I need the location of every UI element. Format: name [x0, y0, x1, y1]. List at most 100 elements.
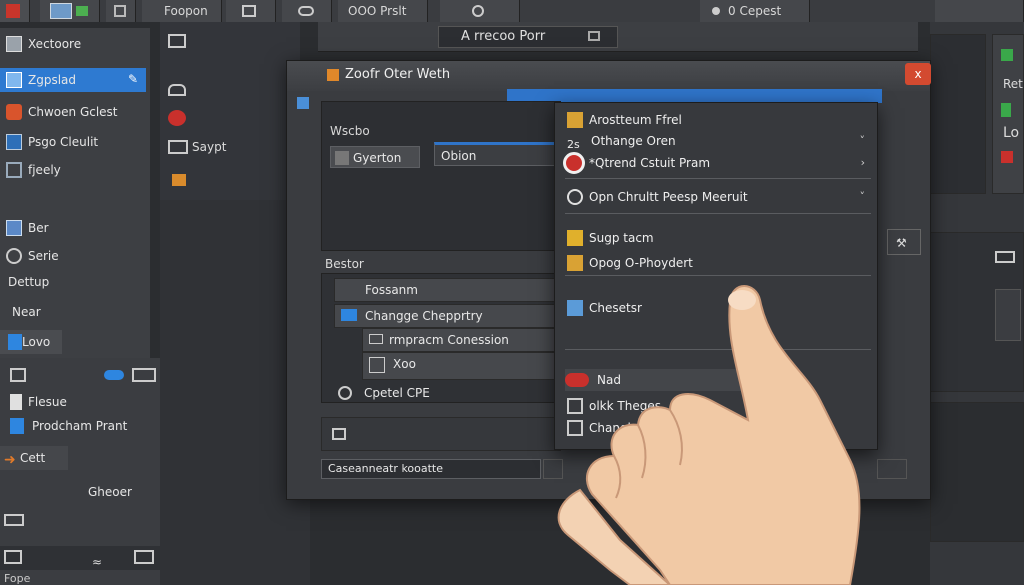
close-button[interactable]: x	[905, 63, 931, 85]
cloud-icon[interactable]	[168, 84, 186, 96]
stop-icon[interactable]	[1001, 151, 1013, 163]
plus-icon[interactable]	[1001, 49, 1013, 61]
field-value: Gyerton	[353, 151, 402, 165]
box-icon	[335, 151, 349, 165]
app-menu-button[interactable]	[0, 0, 30, 22]
lower-left-item-flesue[interactable]: Flesue	[0, 390, 160, 414]
footer-field[interactable]: Caseanneatr kooatte	[321, 459, 541, 479]
image-icon[interactable]	[332, 428, 346, 440]
refresh-icon	[338, 386, 352, 400]
sidebar-item-ber[interactable]: Ber	[0, 216, 146, 240]
menu-separator	[565, 178, 871, 179]
sidebar-item-fjeely[interactable]: fjeely	[0, 158, 146, 182]
sidebar-item-near[interactable]: Near	[0, 300, 146, 324]
sidebar-item-zgpslad[interactable]: Zgpslad ✎	[0, 68, 146, 92]
record-icon	[563, 152, 585, 174]
sidebar-item-label: Psgo Cleulit	[28, 135, 99, 149]
tab-prslt[interactable]: OOO Prslt	[338, 0, 428, 22]
green-icon[interactable]	[1001, 103, 1011, 117]
blue-icon	[341, 309, 357, 321]
menu-item-qtrend-cstuit-pram[interactable]: *Qtrend Cstuit Pram ›	[563, 152, 871, 174]
panel-icon[interactable]	[4, 514, 24, 526]
list-item-label: rmpracm Conession	[389, 333, 509, 347]
list-item-label: Prodcham Prant	[32, 419, 128, 433]
edit-icon[interactable]	[588, 31, 600, 41]
toolbar-grid-button[interactable]	[106, 0, 136, 22]
right-label: Lo	[1003, 125, 1020, 141]
menu-item-arostteum-ffrel[interactable]: Arostteum Ffrel	[565, 109, 871, 131]
dialog-options-area: Wscbo Gyerton Obion	[321, 101, 561, 251]
menu-item-label: Opn Chrultt Peesp Meeruit	[589, 190, 748, 204]
gyerton-field[interactable]: Gyerton	[330, 146, 420, 168]
image-icon[interactable]	[4, 550, 22, 564]
right-bottom-block	[930, 402, 1024, 542]
toolbar-image-button[interactable]	[40, 0, 100, 22]
menu-separator	[565, 213, 871, 214]
wave-icon[interactable]: ≈	[92, 550, 112, 569]
layout-icon[interactable]	[132, 368, 156, 382]
list-item-label: Xoo	[393, 357, 416, 371]
top-toolbar: Foopon OOO Prslt 0 Cepest	[0, 0, 1024, 22]
status-label: Fope	[4, 572, 31, 585]
menu-item-label: Arostteum Ffrel	[589, 113, 682, 127]
tab-label: OOO Prslt	[348, 4, 407, 18]
field-value: Caseanneatr kooatte	[328, 462, 444, 475]
stop-icon	[6, 104, 22, 120]
app-icon	[327, 69, 339, 81]
sidebar-item-xectoore[interactable]: Xectoore	[0, 32, 146, 56]
sidebar-item-label: Lovo	[22, 335, 51, 349]
toolbar-settings-button[interactable]	[440, 0, 520, 22]
check-icon	[76, 6, 88, 16]
list-item-label: Cpetel CPE	[364, 386, 430, 400]
list-item-label: Gheoer	[88, 485, 132, 499]
menu-item-othange-oren[interactable]: Othange Oren 2s ˅	[565, 130, 871, 152]
sidebar-item-chwoen-gclest[interactable]: Chwoen Gclest	[0, 100, 146, 124]
tab-foopon[interactable]: Foopon	[142, 0, 222, 22]
calendar-icon[interactable]	[168, 34, 186, 48]
right-label: Ret	[1003, 77, 1023, 91]
sidebar-item-label: Zgpslad	[28, 73, 77, 87]
folder-icon[interactable]	[172, 174, 186, 186]
doc-blue-icon	[10, 418, 24, 434]
panel-icon[interactable]	[995, 251, 1015, 263]
tab-cepest[interactable]: 0 Cepest	[700, 0, 810, 22]
gear-icon	[472, 5, 484, 17]
lower-left-item-gheoer[interactable]: Gheoer	[0, 480, 160, 504]
panel-icon[interactable]	[134, 550, 154, 564]
lower-left-item-prodcham-prant[interactable]: Prodcham Prant	[0, 414, 160, 438]
tool-saypt[interactable]: Saypt	[164, 136, 294, 158]
dialog-titlebar[interactable]: Zoofr Oter Weth x	[287, 61, 931, 103]
tab-label: Foopon	[164, 4, 208, 18]
left-sidebar: Xectoore Zgpslad ✎ Chwoen Gclest Psgo Cl…	[0, 28, 150, 358]
menu-item-opn-chrultt[interactable]: Opn Chrultt Peesp Meeruit ˅	[565, 186, 871, 208]
menu-item-opog[interactable]: Opog O-Phoydert	[565, 252, 871, 274]
list-item-label: Flesue	[28, 395, 67, 409]
toolbar-link-button[interactable]	[282, 0, 332, 22]
plugin-icon	[6, 248, 22, 264]
obion-field[interactable]: Obion	[434, 142, 556, 166]
menu-item-sugp-tacm[interactable]: Sugp tacm	[565, 227, 871, 249]
sidebar-item-label: Dettup	[8, 275, 50, 289]
sidebar-item-dettup[interactable]: Dettup	[0, 270, 146, 294]
tab-label: 0 Cepest	[728, 4, 782, 18]
menu-item-label: Sugp tacm	[589, 231, 654, 245]
close-icon: x	[914, 67, 922, 81]
box-icon	[168, 140, 188, 154]
sidebar-item-serie[interactable]: Serie	[0, 244, 146, 268]
lower-left-item-icons	[0, 510, 160, 534]
record-icon[interactable]	[168, 110, 186, 126]
section-label: Wscbo	[330, 124, 370, 138]
lock-icon	[567, 230, 583, 246]
lower-left-item-cett[interactable]: ➜ Cett	[0, 446, 68, 470]
grid-icon	[6, 162, 22, 178]
sidebar-item-label: Ber	[28, 221, 49, 235]
panel-icon[interactable]	[10, 368, 26, 382]
chevron-down-icon: ˅	[859, 134, 866, 147]
side-button[interactable]: ⚒	[887, 229, 921, 255]
pointing-hand-icon	[557, 285, 861, 585]
sidebar-item-lovo[interactable]: Lovo	[0, 330, 62, 354]
toolbar-layers-button[interactable]	[226, 0, 276, 22]
sidebar-item-psgo-cleulit[interactable]: Psgo Cleulit	[0, 130, 146, 154]
list-item-label: Changge Chepprtry	[365, 309, 483, 323]
toggle-icon[interactable]	[104, 370, 124, 380]
